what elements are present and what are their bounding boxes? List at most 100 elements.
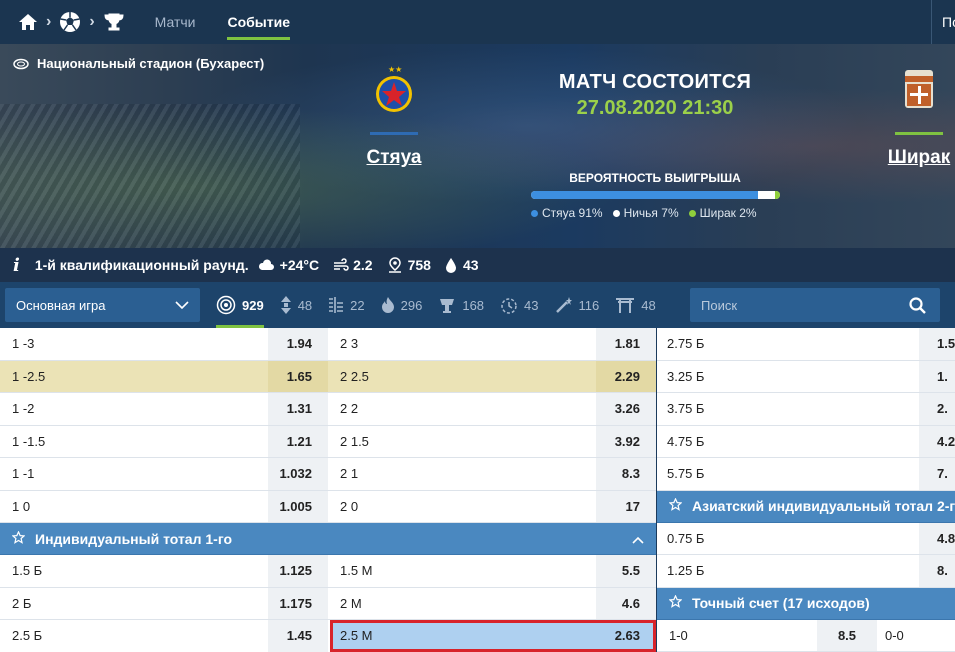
odds-value[interactable]: 1.81 [596,328,656,360]
outcome-label[interactable]: 1 -2 [0,393,268,425]
outcome-label[interactable]: 3.25 Б [657,361,919,393]
outcome-label[interactable]: 2.75 Б [657,328,919,360]
team-home[interactable]: ★★ Стяуа [355,65,433,169]
market-group-dropdown[interactable]: Основная игра [5,288,200,322]
outcome-label[interactable]: 2 2 [330,393,596,425]
odds-value[interactable]: 1.175 [268,587,328,619]
outcome-label[interactable]: 1 -1 [0,458,268,490]
outcome-label[interactable]: 0.75 Б [657,523,919,555]
filter-all[interactable]: 929 [216,282,264,328]
outcome-label[interactable]: 1 0 [0,491,268,523]
team-home-name[interactable]: Стяуа [355,147,433,169]
filter-time[interactable]: 43 [500,282,539,328]
odds-value[interactable]: 5.5 [596,555,656,587]
outcome-pair[interactable]: 2 М 4.6 [330,587,656,620]
outcome-label[interactable]: 0-0 [877,620,955,652]
odds-value[interactable]: 1.032 [268,458,328,490]
home-icon[interactable] [18,12,38,32]
odds-value[interactable]: 2. [919,393,955,425]
odds-value[interactable]: 7. [919,458,955,490]
filter-stats[interactable]: 22 [328,282,365,328]
outcome-pair[interactable]: 2 2 3.26 [330,393,656,425]
odds-value[interactable]: 8.5 [817,619,877,651]
odds-value[interactable]: 4.8 [919,522,955,554]
odds-value[interactable]: 4.2 [919,425,955,457]
info-icon[interactable]: i [13,255,20,276]
odds-value[interactable]: 2.29 [596,360,656,392]
prob-draw-label: Ничья 7% [623,206,679,220]
team-home-color-bar [370,132,418,135]
odds-value[interactable]: 3.26 [596,393,656,425]
team-away-name[interactable]: Ширак [880,147,955,169]
section-header-individual-total-1[interactable]: Индивидуальный тотал 1-го [0,523,656,555]
market-row: 3.25 Б 1. [657,360,955,393]
odds-value[interactable]: 1.94 [268,328,328,360]
outcome-pair[interactable]: 1.5 М 5.5 [330,555,656,587]
odds-value[interactable]: 8. [919,555,955,587]
filter-hot[interactable]: 296 [381,282,422,328]
market-search-input[interactable]: Поиск [690,288,940,322]
win-probability-bar [531,191,780,199]
star-icon[interactable] [668,497,683,514]
outcome-label[interactable]: 2 2.5 [330,361,596,393]
odds-value[interactable]: 1.21 [268,425,328,457]
outcome-pair[interactable]: 2 2.5 2.29 [330,360,656,393]
odds-value[interactable]: 17 [596,490,656,522]
outcome-pair[interactable]: 2 1 8.3 [330,458,656,490]
filter-players[interactable]: 168 [438,282,484,328]
outcome-label[interactable]: 2 Б [0,588,268,620]
star-icon[interactable] [11,529,26,547]
odds-value[interactable]: 8.3 [596,458,656,490]
star-icon[interactable] [668,594,683,611]
odds-value[interactable]: 3.92 [596,425,656,457]
market-row: 5.75 Б 7. [657,458,955,491]
outcome-label[interactable]: 2 М [330,588,596,620]
outcome-label[interactable]: 2 1 [330,458,596,490]
section-header-asian-total-2[interactable]: Азиатский индивидуальный тотал 2-го [657,490,955,523]
topnav-right-link[interactable]: Пои [931,0,955,44]
outcome-label[interactable]: 1 -2.5 [0,361,268,393]
football-icon[interactable] [59,11,81,33]
search-icon[interactable] [909,297,926,317]
trophy-icon[interactable] [103,11,125,33]
outcome-label[interactable]: 2.5 М [330,620,596,652]
odds-value[interactable]: 1.65 [268,360,328,392]
outcome-label[interactable]: 4.75 Б [657,426,919,458]
section-header-exact-score[interactable]: Точный счет (17 исходов) [657,587,955,620]
outcome-label[interactable]: 1-0 [657,620,817,652]
filter-handicap[interactable]: 48 [280,282,312,328]
outcome-label[interactable]: 1 -1.5 [0,426,268,458]
round-text: 1-й квалификационный раунд. [34,257,249,273]
outcome-pair[interactable]: 2 3 1.81 [330,328,656,360]
team-away[interactable]: Ширак [880,68,955,169]
odds-value[interactable]: 1.5 [919,328,955,360]
outcome-label[interactable]: 2 1.5 [330,426,596,458]
outcome-label[interactable]: 2 0 [330,491,596,523]
odds-value[interactable]: 4.6 [596,587,656,619]
chevron-up-icon[interactable] [632,531,644,547]
filter-specials[interactable]: 116 [555,282,599,328]
odds-value[interactable]: 1.31 [268,393,328,425]
wind-speed: 2.2 [353,257,373,273]
outcome-label[interactable]: 1.5 Б [0,555,268,587]
outcome-label[interactable]: 3.75 Б [657,393,919,425]
outcome-label[interactable]: 1.5 М [330,555,596,587]
outcome-label[interactable]: 5.75 Б [657,458,919,490]
outcome-pair[interactable]: 2.5 М 2.63 [330,620,656,652]
odds-value[interactable]: 1.125 [268,555,328,587]
outcome-label[interactable]: 1 -3 [0,328,268,360]
outcome-label[interactable]: 2 3 [330,328,596,360]
odds-value[interactable]: 1.005 [268,490,328,522]
outcome-pair[interactable]: 2 1.5 3.92 [330,425,656,458]
odds-value[interactable]: 2.63 [596,620,656,652]
odds-value[interactable]: 1.45 [268,620,328,652]
breadcrumb: › › [0,0,125,44]
outcome-label[interactable]: 1.25 Б [657,555,919,587]
outcome-pair[interactable]: 2 0 17 [330,490,656,523]
odds-value[interactable]: 1. [919,360,955,392]
filter-asian[interactable]: 48 [615,282,656,328]
outcome-label[interactable]: 2.5 Б [0,620,268,652]
player-icon [438,296,456,314]
tab-matches[interactable]: Матчи [155,0,196,44]
tab-event[interactable]: Событие [227,0,290,44]
